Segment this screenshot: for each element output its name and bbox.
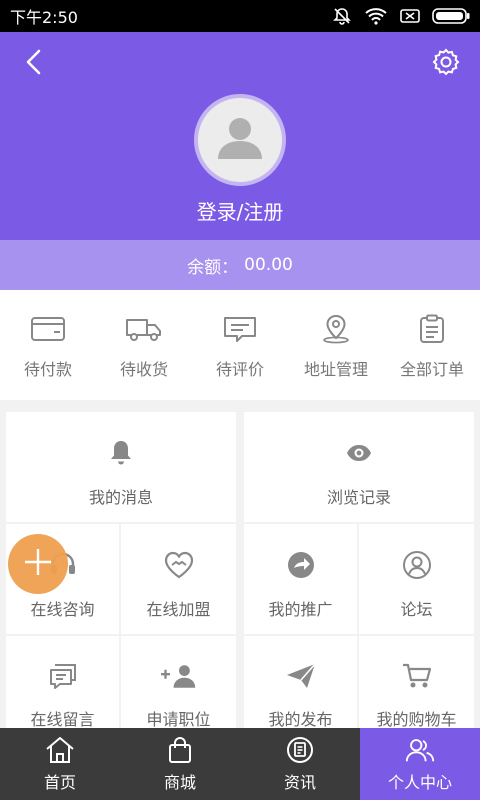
- shopping-cart-icon: [399, 662, 435, 690]
- paper-plane-icon: [283, 662, 319, 690]
- order-pending-payment[interactable]: 待付款: [0, 290, 96, 400]
- my-cart[interactable]: 我的购物车: [359, 636, 474, 730]
- login-register-link[interactable]: 登录/注册: [0, 196, 480, 225]
- user-silhouette-icon: [216, 115, 264, 165]
- nav-profile[interactable]: 个人中心: [360, 728, 480, 800]
- order-status-row: 待付款 待收货 待评价 地址管理 全部订单: [0, 290, 480, 400]
- news-icon: [284, 735, 316, 765]
- nav-label: 资讯: [283, 773, 316, 792]
- nav-news[interactable]: 资讯: [240, 728, 360, 800]
- order-item-label: 地址管理: [303, 360, 368, 379]
- grid-item-label: 我的发布: [268, 710, 333, 729]
- status-icons: [332, 6, 470, 26]
- user-circle-icon: [399, 550, 435, 580]
- comment-icon: [220, 314, 260, 344]
- order-item-label: 待付款: [23, 360, 72, 379]
- location-pin-icon: [316, 314, 356, 344]
- order-item-label: 待评价: [215, 360, 264, 379]
- settings-button[interactable]: [428, 46, 464, 82]
- nav-home[interactable]: 首页: [0, 728, 120, 800]
- nav-mall[interactable]: 商城: [120, 728, 240, 800]
- bottom-nav: 首页 商城 资讯 个人中心: [0, 728, 480, 800]
- grid-item-label: 浏览记录: [326, 488, 391, 507]
- back-button[interactable]: [16, 46, 52, 82]
- grid-item-label: 我的消息: [88, 488, 153, 507]
- eye-icon: [341, 438, 377, 468]
- bell-muted-icon: [332, 6, 352, 26]
- floating-add-button[interactable]: [8, 534, 68, 594]
- plus-icon: [21, 545, 55, 583]
- battery-icon: [432, 7, 470, 25]
- home-icon: [44, 735, 76, 765]
- order-pending-review[interactable]: 待评价: [192, 290, 288, 400]
- grid-item-label: 在线加盟: [146, 600, 211, 619]
- my-promotion[interactable]: 我的推广: [244, 524, 357, 634]
- grid-item-label: 我的推广: [268, 600, 333, 619]
- grid-item-label: 在线留言: [30, 710, 95, 729]
- status-bar: 下午2:50: [0, 0, 480, 32]
- users-icon: [404, 735, 436, 765]
- chevron-left-icon: [24, 48, 44, 80]
- balance-bar: 余额： 00.00: [0, 240, 480, 290]
- share-arrow-icon: [283, 550, 319, 580]
- nav-label: 个人中心: [387, 773, 452, 792]
- my-messages[interactable]: 我的消息: [6, 412, 236, 522]
- leave-message[interactable]: 在线留言: [6, 636, 119, 730]
- sim-icon: [400, 8, 420, 24]
- add-user-icon: [160, 662, 197, 690]
- browsing-history[interactable]: 浏览记录: [244, 412, 474, 522]
- order-item-label: 全部订单: [399, 360, 464, 379]
- gear-icon: [431, 47, 461, 81]
- wallet-icon: [28, 314, 68, 344]
- grid-item-label: 申请职位: [146, 710, 211, 729]
- all-orders[interactable]: 全部订单: [384, 290, 480, 400]
- address-management[interactable]: 地址管理: [288, 290, 384, 400]
- balance-amount: 00.00: [244, 255, 293, 275]
- grid-item-label: 论坛: [400, 600, 433, 619]
- grid-item-label: 在线咨询: [30, 600, 95, 619]
- heart-handshake-icon: [161, 550, 197, 580]
- avatar[interactable]: [194, 94, 286, 186]
- balance-label: 余额：: [187, 257, 239, 278]
- shopping-bag-icon: [164, 735, 196, 765]
- forum[interactable]: 论坛: [359, 524, 474, 634]
- status-time: 下午2:50: [10, 8, 78, 27]
- order-pending-receipt[interactable]: 待收货: [96, 290, 192, 400]
- grid-item-label: 我的购物车: [376, 710, 457, 729]
- profile-header: 登录/注册: [0, 32, 480, 240]
- message-stack-icon: [45, 662, 81, 690]
- truck-icon: [124, 314, 164, 344]
- online-join[interactable]: 在线加盟: [121, 524, 236, 634]
- clipboard-icon: [412, 314, 452, 344]
- nav-label: 首页: [43, 773, 76, 792]
- nav-label: 商城: [163, 773, 196, 792]
- apply-job[interactable]: 申请职位: [121, 636, 236, 730]
- order-item-label: 待收货: [119, 360, 168, 379]
- feature-grid: 我的消息 浏览记录 在线咨询 在线加盟 我的推广 论坛 在线留言 申请职位 我的…: [6, 412, 474, 730]
- bell-icon: [103, 438, 139, 468]
- my-posts[interactable]: 我的发布: [244, 636, 357, 730]
- wifi-icon: [364, 6, 388, 26]
